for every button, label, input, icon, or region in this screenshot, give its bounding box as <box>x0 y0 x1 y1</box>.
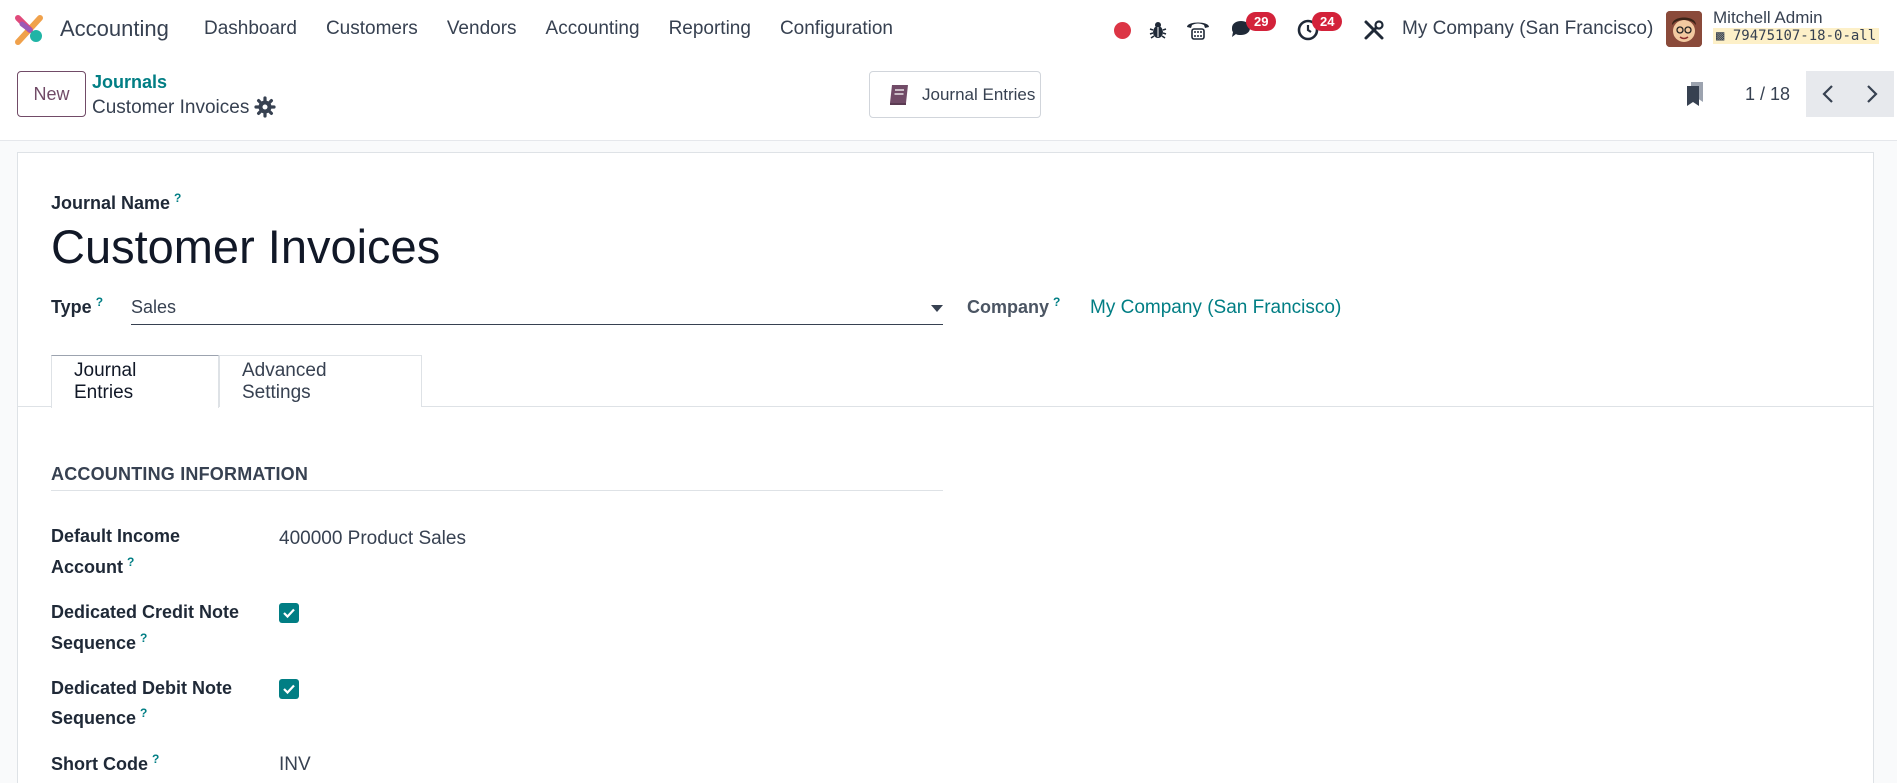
journal-name-label: Journal Name? <box>51 191 181 214</box>
record-dot-icon <box>1113 21 1131 39</box>
bookmark-icon[interactable] <box>1683 80 1707 108</box>
company-field-link[interactable]: My Company (San Francisco) <box>1090 297 1341 319</box>
short-code-label-text: Short Code <box>51 754 148 774</box>
short-code-label: Short Code? <box>51 752 159 775</box>
debit-note-sequence-label-line1: Dedicated Debit Note <box>51 678 233 698</box>
main-menu: Dashboard Customers Vendors Accounting R… <box>204 18 922 40</box>
type-label: Type? <box>51 295 103 318</box>
debit-note-sequence-label-line2: Sequence? <box>51 706 147 729</box>
menu-customers[interactable]: Customers <box>326 18 418 40</box>
recording-indicator[interactable] <box>1108 16 1136 44</box>
user-name[interactable]: Mitchell Admin <box>1713 8 1823 28</box>
tab-advanced-settings[interactable]: Advanced Settings <box>219 355 422 407</box>
journal-entries-smart-button[interactable]: Journal Entries <box>869 71 1041 118</box>
pager-previous-button[interactable] <box>1806 71 1850 117</box>
checkmark-icon <box>283 608 295 619</box>
default-income-account-label-line2: Account? <box>51 555 134 578</box>
company-switcher[interactable]: My Company (San Francisco) <box>1402 18 1653 40</box>
help-tooltip-icon[interactable]: ? <box>152 752 159 766</box>
debit-note-sequence-label-text: Sequence <box>51 708 137 728</box>
chevron-left-icon <box>1822 85 1833 103</box>
type-label-text: Type <box>51 297 92 317</box>
type-select[interactable]: Sales <box>131 293 943 325</box>
top-navbar: Accounting Dashboard Customers Vendors A… <box>0 0 1897 58</box>
chevron-right-icon <box>1867 85 1878 103</box>
menu-configuration[interactable]: Configuration <box>780 18 893 40</box>
settings-tools-button[interactable] <box>1360 16 1388 44</box>
new-button[interactable]: New <box>17 71 86 117</box>
help-tooltip-icon[interactable]: ? <box>96 295 103 309</box>
menu-vendors[interactable]: Vendors <box>447 18 517 40</box>
default-income-account-field[interactable]: 400000 Product Sales <box>279 528 466 550</box>
user-avatar-image <box>1666 11 1702 47</box>
debit-note-sequence-checkbox[interactable] <box>279 679 299 699</box>
type-select-value: Sales <box>131 297 177 317</box>
menu-dashboard[interactable]: Dashboard <box>204 18 297 40</box>
help-tooltip-icon[interactable]: ? <box>174 191 181 205</box>
breadcrumb-current: Customer Invoices <box>92 97 250 118</box>
debug-button[interactable] <box>1144 16 1172 44</box>
gear-icon[interactable] <box>254 96 276 118</box>
breadcrumb-journals[interactable]: Journals <box>92 72 167 93</box>
activities-button[interactable]: 24 <box>1294 12 1343 44</box>
menu-accounting[interactable]: Accounting <box>546 18 640 40</box>
checkmark-icon <box>283 684 295 695</box>
company-label: Company? <box>967 295 1060 318</box>
journal-name-label-text: Journal Name <box>51 193 171 213</box>
messages-count-badge: 29 <box>1246 12 1277 31</box>
default-income-account-label-text: Account <box>51 557 123 577</box>
caret-down-icon <box>931 305 943 312</box>
pager-next-button[interactable] <box>1850 71 1894 117</box>
messages-button[interactable]: 29 <box>1228 12 1277 44</box>
section-divider <box>51 490 943 491</box>
activities-count-badge: 24 <box>1312 12 1343 31</box>
section-title-accounting-information: ACCOUNTING INFORMATION <box>51 464 309 484</box>
accounting-app-icon[interactable] <box>14 14 46 46</box>
default-income-account-label-line1: Default Income <box>51 526 181 546</box>
credit-note-sequence-label-text: Sequence <box>51 633 137 653</box>
book-icon <box>890 84 908 105</box>
control-panel: New Journals Customer Invoices Journal E… <box>0 58 1897 141</box>
smart-button-label: Journal Entries <box>922 84 1036 104</box>
app-name[interactable]: Accounting <box>60 16 169 42</box>
notebook-tabs: Journal Entries Advanced Settings <box>18 355 1873 408</box>
tab-journal-entries[interactable]: Journal Entries <box>51 355 219 408</box>
company-label-text: Company <box>967 297 1050 317</box>
pager-value[interactable]: 1 / 18 <box>1745 84 1790 105</box>
help-tooltip-icon[interactable]: ? <box>140 631 147 645</box>
bug-icon <box>1149 22 1167 39</box>
tools-icon <box>1364 20 1384 40</box>
credit-note-sequence-label-line2: Sequence? <box>51 631 147 654</box>
help-tooltip-icon[interactable]: ? <box>1053 295 1060 309</box>
help-tooltip-icon[interactable]: ? <box>127 555 134 569</box>
help-tooltip-icon[interactable]: ? <box>140 706 147 720</box>
credit-note-sequence-checkbox[interactable] <box>279 603 299 623</box>
database-name: 79475107-18-0-all <box>1732 28 1877 44</box>
credit-note-sequence-label-line1: Dedicated Credit Note <box>51 602 240 622</box>
voip-phone-button[interactable] <box>1184 16 1212 44</box>
database-icon: ▩ <box>1716 28 1725 44</box>
user-avatar[interactable] <box>1666 11 1702 47</box>
menu-reporting[interactable]: Reporting <box>669 18 751 40</box>
form-sheet: Journal Name? Customer Invoices Type? Sa… <box>17 152 1874 783</box>
short-code-field[interactable]: INV <box>279 754 311 776</box>
journal-name-field[interactable]: Customer Invoices <box>51 219 440 274</box>
database-badge: ▩ 79475107-18-0-all <box>1713 28 1880 44</box>
phone-icon <box>1187 22 1209 40</box>
